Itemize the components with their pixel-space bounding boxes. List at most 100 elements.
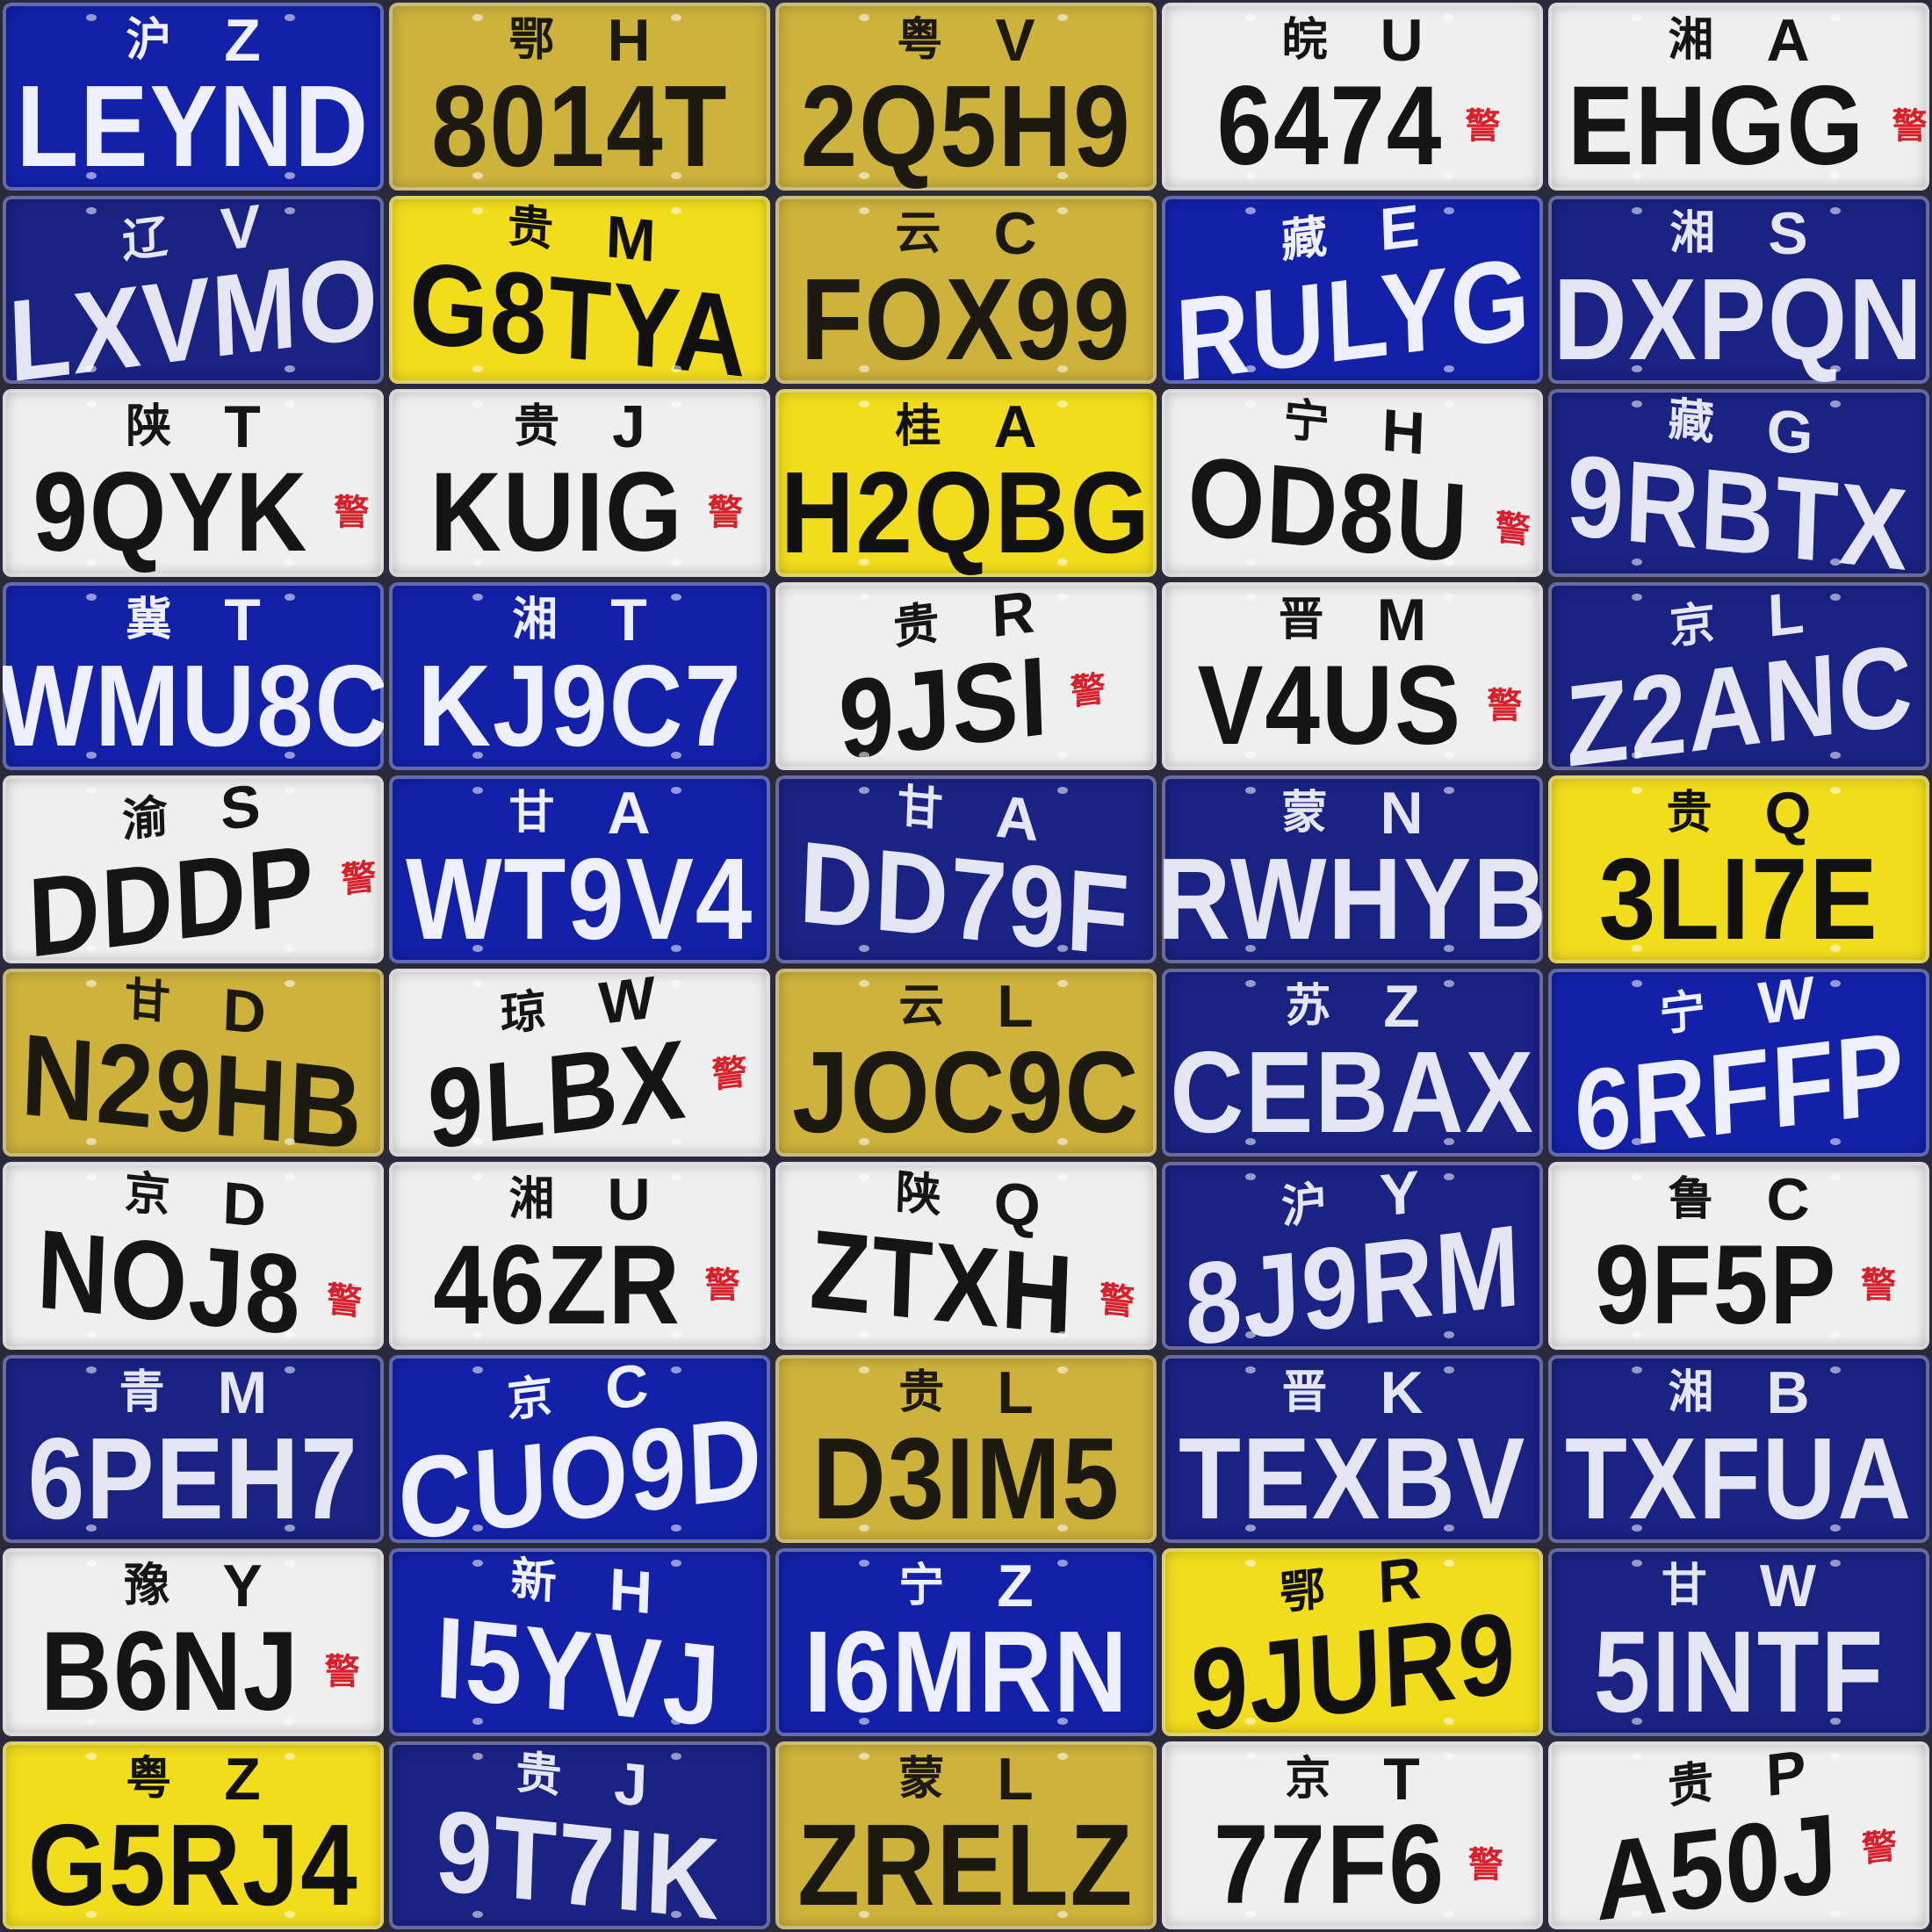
plate-number: OD8U xyxy=(1186,433,1472,577)
plate-province: 京 xyxy=(506,1369,554,1428)
license-plate: 湘 A EHGG 警 xyxy=(1548,3,1929,191)
plate-city-code: M xyxy=(1376,586,1427,653)
plate-province: 湘 xyxy=(1668,13,1714,67)
plate-number: B6NJ xyxy=(40,1609,300,1735)
plate-province: 甘 xyxy=(896,779,944,838)
plate-province: 豫 xyxy=(124,1559,170,1612)
rivet-icon xyxy=(671,206,682,214)
rivet-icon xyxy=(472,364,484,372)
rivet-icon xyxy=(285,593,296,601)
plate-province: 鄂 xyxy=(1279,1562,1327,1621)
rivet-icon xyxy=(1444,1366,1455,1373)
rivet-icon xyxy=(1444,1524,1455,1532)
license-plate: 京 L Z2ANC xyxy=(1548,582,1929,770)
plate-number: 9F5P xyxy=(1594,1222,1838,1349)
rivet-icon xyxy=(859,1137,870,1145)
plate-number: 2Q5H9 xyxy=(800,61,1132,191)
license-plate: 京 C CUO9D xyxy=(389,1355,770,1543)
license-plate: 宁 Z I6MRN xyxy=(775,1548,1157,1736)
rivet-icon xyxy=(472,171,484,179)
rivet-icon xyxy=(285,206,296,214)
license-plate: 青 M 6PEH7 xyxy=(3,1355,384,1543)
plate-number: WMU8C xyxy=(3,641,384,770)
plate-number: TXFUA xyxy=(1565,1414,1913,1543)
rivet-icon xyxy=(1444,786,1455,794)
plate-province: 宁 xyxy=(1658,984,1706,1042)
rivet-icon xyxy=(86,171,97,179)
plate-number: G5RJ4 xyxy=(27,1800,359,1929)
rivet-icon xyxy=(1444,171,1455,179)
plate-province: 湘 xyxy=(1668,1366,1714,1419)
plate-number: 6PEH7 xyxy=(27,1414,359,1543)
plate-province: 辽 xyxy=(121,210,169,269)
license-plate: 粤 Z G5RJ4 xyxy=(3,1741,384,1929)
rivet-icon xyxy=(1057,944,1069,952)
rivet-icon xyxy=(1245,1330,1257,1338)
plate-province: 粤 xyxy=(126,1752,172,1806)
rivet-icon xyxy=(1057,1330,1069,1338)
plate-number: DXPQN xyxy=(1554,255,1924,384)
rivet-icon xyxy=(671,13,682,21)
rivet-icon xyxy=(671,1717,682,1725)
license-plate: 沪 Y 8J9RM xyxy=(1162,1162,1543,1350)
rivet-icon xyxy=(1632,1717,1643,1725)
rivet-icon xyxy=(86,1524,97,1532)
rivet-icon xyxy=(285,1172,296,1180)
plate-number: RULYG xyxy=(1173,233,1533,384)
rivet-icon xyxy=(859,1330,870,1338)
rivet-icon xyxy=(1632,558,1643,566)
plate-police-mark: 警 xyxy=(710,1052,748,1097)
plate-province: 贵 xyxy=(515,1746,563,1804)
plate-province: 粤 xyxy=(897,13,943,67)
plate-police-mark: 警 xyxy=(334,493,370,534)
rivet-icon xyxy=(285,1910,296,1918)
plate-number: EHGG xyxy=(1567,63,1865,190)
license-plate: 贵 Q 3LI7E xyxy=(1548,775,1929,963)
plate-province: 贵 xyxy=(892,596,941,655)
license-plate: 湘 T KJ9C7 xyxy=(389,582,770,770)
rivet-icon xyxy=(1830,944,1842,952)
rivet-icon xyxy=(285,944,296,952)
plate-number: 6RFFP xyxy=(1572,1007,1907,1157)
rivet-icon xyxy=(859,558,870,566)
rivet-icon xyxy=(1830,593,1842,601)
plate-number: 5INTF xyxy=(1593,1607,1885,1736)
rivet-icon xyxy=(1057,979,1069,987)
rivet-icon xyxy=(671,593,682,601)
rivet-icon xyxy=(671,1172,682,1180)
rivet-icon xyxy=(1632,1330,1643,1338)
plate-police-mark: 警 xyxy=(1494,508,1532,552)
plate-police-mark: 警 xyxy=(340,856,378,902)
plate-number: 3LI7E xyxy=(1598,834,1879,963)
license-plate-grid: 沪 Z LEYND 鄂 H 8014T 粤 V 2Q5H9 皖 U 6474 警湘 A EHGG 警辽 V LXV… xyxy=(0,0,1932,1932)
plate-police-mark: 警 xyxy=(1069,669,1107,714)
license-plate: 藏 E RULYG xyxy=(1162,196,1543,384)
license-plate: 辽 V LXVMO xyxy=(3,196,384,384)
rivet-icon xyxy=(1444,1752,1455,1760)
license-plate: 云 C FOX99 xyxy=(775,196,1157,384)
rivet-icon xyxy=(472,944,484,952)
plate-province: 甘 xyxy=(508,786,555,840)
rivet-icon xyxy=(859,1910,870,1918)
plate-province: 贵 xyxy=(1667,1755,1715,1814)
plate-police-mark: 警 xyxy=(1860,1265,1896,1307)
license-plate: 甘 D N29HB xyxy=(3,969,384,1157)
license-plate: 蒙 N RWHYB xyxy=(1162,775,1543,963)
plate-number: 6474 xyxy=(1216,63,1443,190)
plate-province: 青 xyxy=(119,1366,165,1419)
license-plate: 京 D NOJ8 警 xyxy=(3,1162,384,1350)
rivet-icon xyxy=(472,1524,484,1532)
rivet-icon xyxy=(671,364,682,372)
rivet-icon xyxy=(1057,1137,1069,1145)
license-plate: 湘 B TXFUA xyxy=(1548,1355,1929,1543)
rivet-icon xyxy=(1444,1172,1455,1180)
plate-province: 湘 xyxy=(1669,206,1716,260)
rivet-icon xyxy=(86,364,97,372)
plate-number: D3IM5 xyxy=(811,1414,1121,1543)
license-plate: 渝 S DDDP 警 xyxy=(3,775,384,963)
rivet-icon xyxy=(1444,751,1455,759)
license-plate: 琼 W 9LBX 警 xyxy=(389,969,770,1157)
rivet-icon xyxy=(472,1137,484,1145)
plate-province: 云 xyxy=(898,979,945,1033)
license-plate: 粤 V 2Q5H9 xyxy=(775,3,1157,191)
